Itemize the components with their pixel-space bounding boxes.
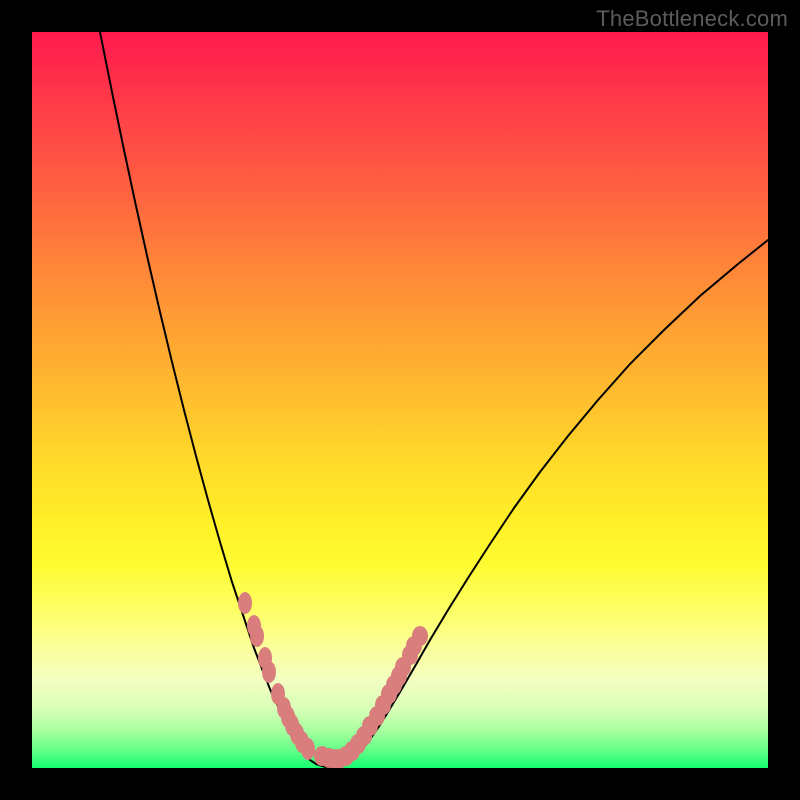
bottleneck-curve bbox=[100, 32, 768, 768]
plot-area bbox=[32, 32, 768, 768]
watermark-text: TheBottleneck.com bbox=[596, 6, 788, 32]
chart-frame: TheBottleneck.com bbox=[0, 0, 800, 800]
chart-svg bbox=[32, 32, 768, 768]
highlight-dots-left bbox=[238, 592, 315, 760]
highlight-dots-right bbox=[314, 626, 428, 768]
